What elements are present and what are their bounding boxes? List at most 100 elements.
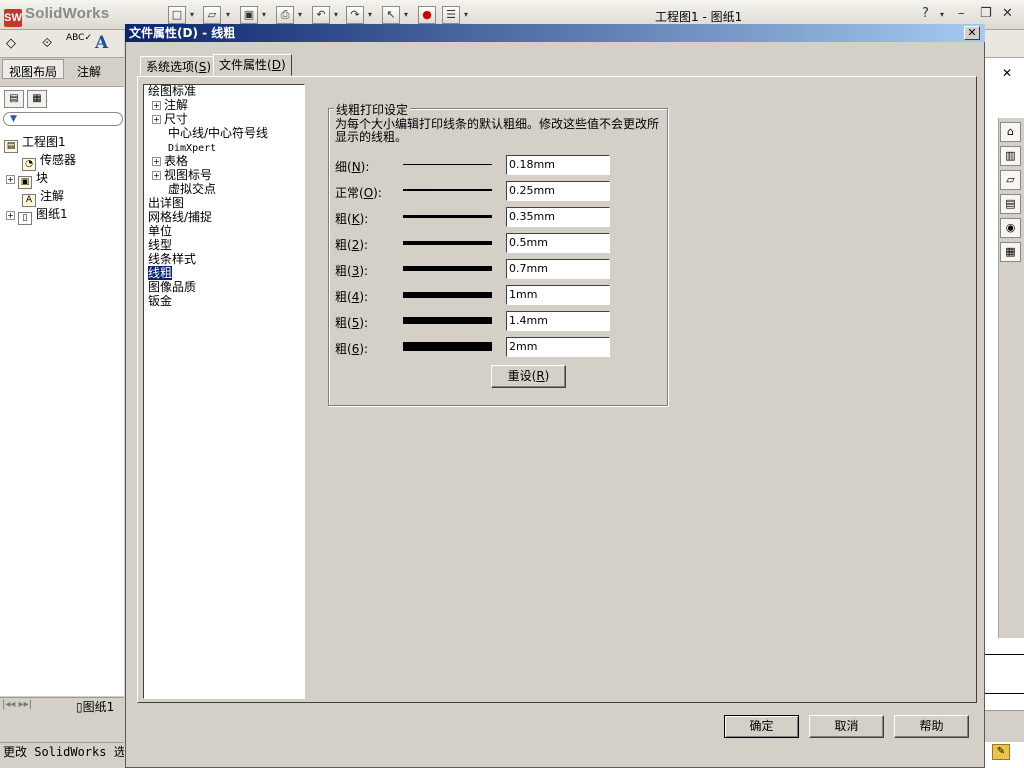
expand-icon[interactable]: + bbox=[152, 101, 161, 110]
file-explorer-icon[interactable]: ▱ bbox=[1000, 170, 1021, 190]
nav-item-image-quality[interactable]: 图像品质 bbox=[148, 281, 196, 294]
nav-item-line-font[interactable]: 线型 bbox=[148, 239, 172, 252]
minimize-button[interactable]: – bbox=[958, 6, 965, 21]
weight-sample-thick4 bbox=[403, 292, 492, 298]
expand-icon[interactable]: + bbox=[152, 115, 161, 124]
nav-item-units[interactable]: 单位 bbox=[148, 225, 172, 238]
weight-label-normal: 正常(O): bbox=[335, 186, 382, 200]
open-folder-icon[interactable]: ▱ bbox=[203, 6, 221, 24]
custom-properties-icon[interactable]: ▦ bbox=[1000, 242, 1021, 262]
nav-item-centerlines[interactable]: 中心线/中心符号线 bbox=[168, 127, 268, 140]
chevron-down-icon[interactable]: ▾ bbox=[464, 10, 468, 19]
redo-icon[interactable]: ↷ bbox=[346, 6, 364, 24]
weight-sample-thick3 bbox=[403, 266, 492, 271]
sheet-tab-sheet1[interactable]: ▯图纸1 bbox=[76, 698, 114, 715]
properties-nav-tree: 绘图标准 + 注解 + 尺寸 中心线/中心符号线 DimXpert + 表格 + 视图标… bbox=[143, 84, 305, 699]
new-document-icon[interactable]: □ bbox=[168, 6, 186, 24]
nav-item-sheet-metal[interactable]: 钣金 bbox=[148, 295, 172, 308]
restore-button[interactable]: ❐ bbox=[980, 6, 992, 21]
solidworks-logo[interactable]: SW SolidWorks bbox=[4, 5, 109, 27]
tree-node-blocks[interactable]: + ▣ 块 bbox=[6, 169, 48, 189]
expand-icon[interactable]: + bbox=[6, 175, 15, 184]
weight-input-thick6[interactable]: 2mm bbox=[506, 337, 610, 357]
nav-item-tables[interactable]: + 表格 bbox=[152, 155, 188, 168]
tab-system-options[interactable]: 系统选项(S) bbox=[140, 56, 217, 76]
weight-sample-thick6 bbox=[403, 342, 492, 351]
tab-annotation[interactable]: 注解 bbox=[70, 59, 109, 79]
model-items-icon[interactable]: ⟐ bbox=[42, 36, 52, 51]
weight-label-thick2: 粗(2): bbox=[335, 238, 369, 252]
panel-close-icon[interactable]: ✕ bbox=[1002, 66, 1012, 80]
note-icon[interactable]: A bbox=[95, 33, 108, 53]
nav-item-annotations[interactable]: + 注解 bbox=[152, 99, 188, 112]
weight-input-thick[interactable]: 0.35mm bbox=[506, 207, 610, 227]
sheet-tabs-bar: |◂◂ ▸▸| ▯图纸1 bbox=[0, 697, 124, 715]
tree-root[interactable]: ▤ 工程图1 bbox=[4, 133, 66, 153]
nav-item-dimensions[interactable]: + 尺寸 bbox=[152, 113, 188, 126]
expand-icon[interactable]: + bbox=[152, 171, 161, 180]
reset-button[interactable]: 重设(R) bbox=[491, 365, 566, 388]
nav-item-grid-snap[interactable]: 网格线/捕捉 bbox=[148, 211, 212, 224]
rebuild-status-icon[interactable]: ✎ bbox=[992, 744, 1010, 760]
undo-icon[interactable]: ↶ bbox=[312, 6, 330, 24]
weight-label-thick4: 粗(4): bbox=[335, 290, 369, 304]
chevron-down-icon[interactable]: ▾ bbox=[262, 10, 266, 19]
weight-label-thick6: 粗(6): bbox=[335, 342, 369, 356]
feature-tree-icon[interactable]: ▤ bbox=[4, 90, 24, 108]
design-library-icon[interactable]: ▥ bbox=[1000, 146, 1021, 166]
weight-input-thin[interactable]: 0.18mm bbox=[506, 155, 610, 175]
chevron-down-icon[interactable]: ▾ bbox=[404, 10, 408, 19]
tab-document-properties[interactable]: 文件属性(D) bbox=[213, 54, 292, 76]
property-manager-icon[interactable]: ▦ bbox=[27, 90, 47, 108]
tree-node-annotations[interactable]: A 注解 bbox=[22, 187, 64, 207]
spell-check-icon[interactable]: ABC✓ bbox=[66, 33, 92, 43]
save-icon[interactable]: ▣ bbox=[240, 6, 258, 24]
help-button[interactable]: 帮助 bbox=[894, 715, 969, 738]
smart-dimension-icon[interactable]: ◇ bbox=[6, 36, 16, 51]
rebuild-traffic-light-icon[interactable]: ● bbox=[418, 6, 436, 24]
chevron-down-icon[interactable]: ▾ bbox=[298, 10, 302, 19]
view-palette-icon[interactable]: ▤ bbox=[1000, 194, 1021, 214]
weight-input-normal[interactable]: 0.25mm bbox=[506, 181, 610, 201]
tab-view-layout[interactable]: 视图布局 bbox=[2, 59, 65, 79]
options-icon[interactable]: ☰ bbox=[442, 6, 460, 24]
logo-icon: SW bbox=[4, 9, 22, 27]
chevron-down-icon[interactable]: ▾ bbox=[940, 10, 944, 19]
chevron-down-icon[interactable]: ▾ bbox=[334, 10, 338, 19]
nav-item-view-labels[interactable]: + 视图标号 bbox=[152, 169, 212, 182]
weight-input-thick4[interactable]: 1mm bbox=[506, 285, 610, 305]
sheet-icon: ▯ bbox=[18, 212, 32, 225]
nav-item-line-style[interactable]: 线条样式 bbox=[148, 253, 196, 266]
dialog-close-button[interactable]: ✕ bbox=[964, 26, 980, 40]
nav-item-drafting-standard[interactable]: 绘图标准 bbox=[148, 85, 196, 98]
weight-input-thick2[interactable]: 0.5mm bbox=[506, 233, 610, 253]
appearances-icon[interactable]: ◉ bbox=[1000, 218, 1021, 238]
tree-node-sensors[interactable]: ◔ 传感器 bbox=[22, 151, 76, 171]
app-close-button[interactable]: ✕ bbox=[1002, 6, 1013, 21]
select-cursor-icon[interactable]: ↖ bbox=[382, 6, 400, 24]
weight-label-thick3: 粗(3): bbox=[335, 264, 369, 278]
status-bar: 更改 SolidWorks 选项 bbox=[0, 742, 124, 760]
help-icon[interactable]: ? bbox=[922, 6, 929, 21]
weight-label-thick5: 粗(5): bbox=[335, 316, 369, 330]
nav-item-detailing[interactable]: 出详图 bbox=[148, 197, 184, 210]
weight-label-thin: 细(N): bbox=[335, 160, 370, 174]
weight-input-thick3[interactable]: 0.7mm bbox=[506, 259, 610, 279]
chevron-down-icon[interactable]: ▾ bbox=[226, 10, 230, 19]
cancel-button[interactable]: 取消 bbox=[809, 715, 884, 738]
expand-icon[interactable]: + bbox=[6, 211, 15, 220]
home-icon[interactable]: ⌂ bbox=[1000, 122, 1021, 142]
print-icon[interactable]: ⎙ bbox=[276, 6, 294, 24]
chevron-down-icon[interactable]: ▾ bbox=[368, 10, 372, 19]
expand-icon[interactable]: + bbox=[152, 157, 161, 166]
weight-input-thick5[interactable]: 1.4mm bbox=[506, 311, 610, 331]
ok-button[interactable]: 确定 bbox=[724, 715, 799, 738]
filter-icon[interactable]: ▼ bbox=[3, 112, 123, 126]
nav-item-line-thickness[interactable]: 线粗 bbox=[148, 266, 173, 280]
chevron-down-icon[interactable]: ▾ bbox=[190, 10, 194, 19]
tree-node-sheet[interactable]: + ▯ 图纸1 bbox=[6, 205, 68, 225]
weight-label-thick: 粗(K): bbox=[335, 212, 369, 226]
sheet-nav-arrows-icon[interactable]: |◂◂ ▸▸| bbox=[2, 699, 32, 710]
nav-item-virtual-sharps[interactable]: 虚拟交点 bbox=[168, 183, 216, 196]
weight-sample-thin bbox=[403, 164, 492, 165]
